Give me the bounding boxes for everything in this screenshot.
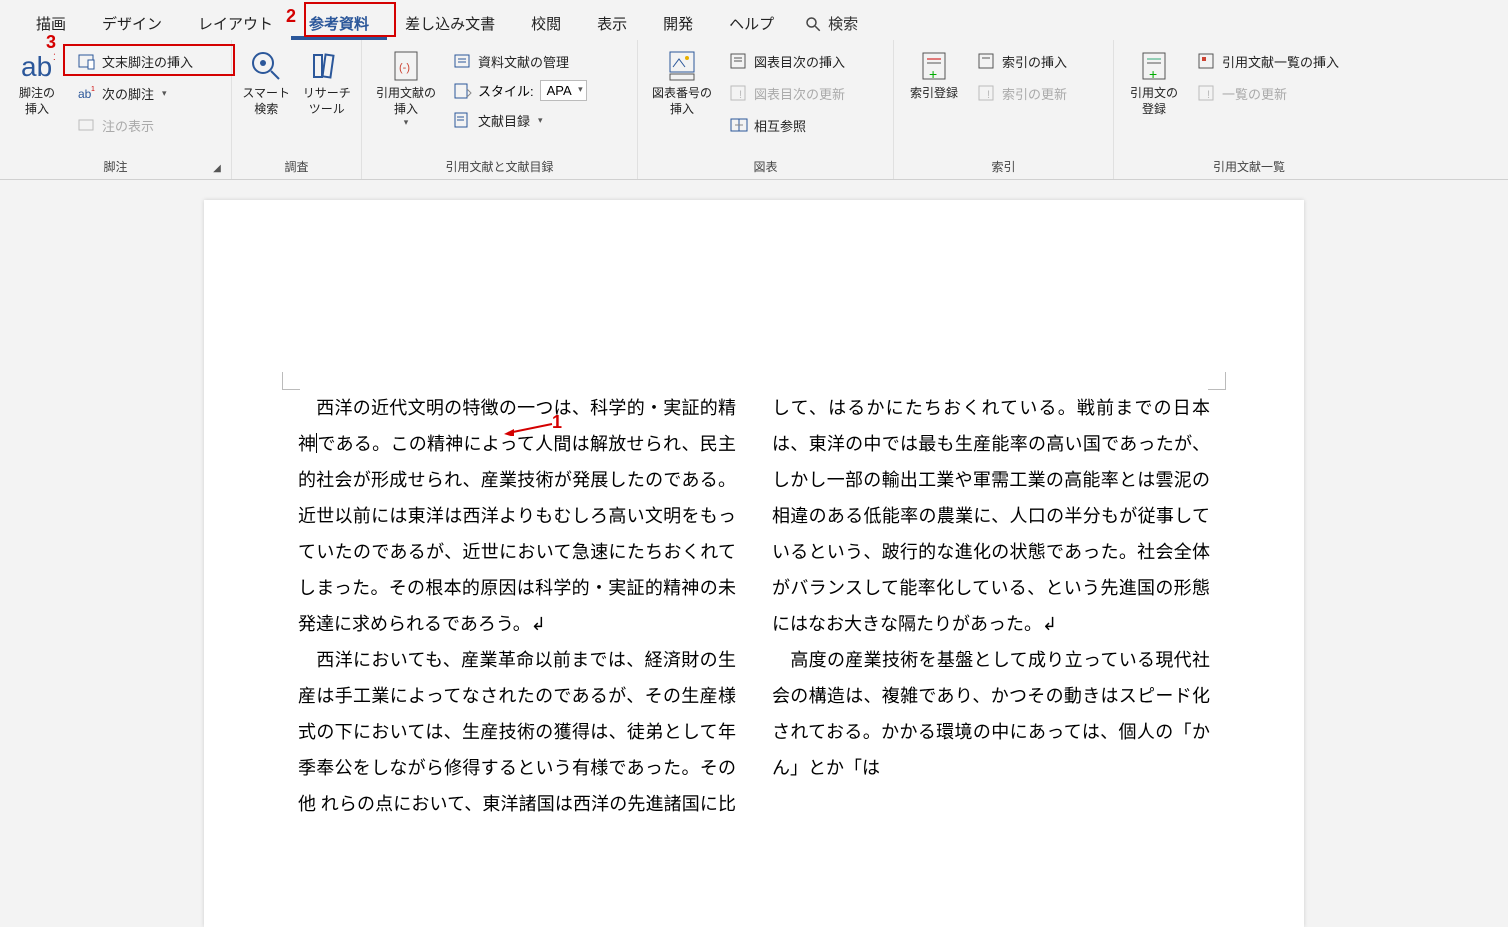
style-select[interactable]: APA — [540, 80, 587, 101]
document-area[interactable]: 西洋の近代文明の特徴の一つは、科学的・実証的精神である。この精神によって人間は解… — [0, 180, 1508, 927]
show-notes-icon — [78, 116, 96, 134]
group-caption: 図表番号の 挿入 図表目次の挿入 ! 図表目次の更新 相互参照 図表 — [638, 40, 894, 179]
mark-citation-icon: + — [1136, 48, 1172, 84]
body-text[interactable]: 西洋においても、産業革命以前までは、経済財の生産は手工業によってなされたのである… — [298, 650, 736, 814]
group-label-footnote: 脚注◢ — [6, 155, 225, 179]
svg-text:!: ! — [1207, 89, 1210, 101]
svg-text:ab: ab — [78, 87, 92, 101]
insert-index-icon — [978, 52, 996, 70]
mark-index-icon: + — [916, 48, 952, 84]
smart-lookup-button[interactable]: スマート 検索 — [238, 44, 295, 121]
ribbon: ab1 脚注の 挿入 文末脚注の挿入 ab1 次の脚注 ▾ 注の表示 — [0, 40, 1508, 180]
insert-index-button[interactable]: 索引の挿入 — [972, 46, 1073, 76]
svg-text:(-): (-) — [399, 62, 410, 74]
smart-lookup-icon — [248, 48, 284, 84]
insert-tof-button[interactable]: 図表目次の挿入 — [724, 46, 851, 76]
svg-text:!: ! — [739, 89, 742, 101]
body-text[interactable]: れらの点において、東洋諸国は西洋の先進諸国に比して、はるかにたちおくれている。戦… — [321, 398, 1210, 814]
svg-text:+: + — [1149, 66, 1157, 82]
svg-text:ab: ab — [21, 51, 52, 82]
tof-icon — [730, 52, 748, 70]
body-text[interactable]: 高度の産業技術を基盤として成り立っている現代社会の構造は、複雑であり、かつその動… — [772, 650, 1210, 778]
footnote-icon: ab1 — [19, 48, 55, 84]
update-icon: ! — [978, 84, 996, 102]
group-citation: (-) 引用文献の 挿入 ▾ 資料文献の管理 スタイル: APA 文献目録 — [362, 40, 638, 179]
insert-caption-button[interactable]: 図表番号の 挿入 — [644, 44, 720, 121]
tab-mailings[interactable]: 差し込み文書 — [387, 5, 513, 40]
style-label: スタイル: — [478, 81, 534, 100]
chevron-down-icon: ▾ — [162, 88, 167, 99]
chevron-down-icon: ▾ — [538, 115, 543, 126]
search-placeholder: 検索 — [828, 13, 858, 34]
insert-citation-button[interactable]: (-) 引用文献の 挿入 ▾ — [368, 44, 444, 132]
svg-text:1: 1 — [53, 52, 55, 63]
group-index: + 索引登録 索引の挿入 ! 索引の更新 索引 — [894, 40, 1114, 179]
group-footnote: ab1 脚注の 挿入 文末脚注の挿入 ab1 次の脚注 ▾ 注の表示 — [0, 40, 232, 179]
update-index-button[interactable]: ! 索引の更新 — [972, 78, 1073, 108]
insert-endnote-button[interactable]: 文末脚注の挿入 — [72, 46, 199, 76]
crossref-icon — [730, 116, 748, 134]
next-footnote-icon: ab1 — [78, 84, 96, 102]
update-icon: ! — [1198, 84, 1216, 102]
bibliography-icon — [454, 111, 472, 129]
style-icon — [454, 82, 472, 100]
search-box[interactable]: 検索 — [792, 7, 870, 40]
update-toa-button[interactable]: ! 一覧の更新 — [1192, 78, 1345, 108]
tab-view[interactable]: 表示 — [579, 5, 645, 40]
tab-developer[interactable]: 開発 — [645, 5, 711, 40]
document-text[interactable]: 西洋の近代文明の特徴の一つは、科学的・実証的精神である。この精神によって人間は解… — [298, 390, 1210, 822]
manage-sources-icon — [454, 52, 472, 70]
svg-text:!: ! — [987, 89, 990, 101]
next-footnote-button[interactable]: ab1 次の脚注 ▾ — [72, 78, 199, 108]
dialog-launcher-icon[interactable]: ◢ — [211, 163, 223, 175]
crossref-button[interactable]: 相互参照 — [724, 110, 851, 140]
chevron-down-icon: ▾ — [404, 117, 409, 128]
citation-icon: (-) — [388, 48, 424, 84]
insert-footnote-button[interactable]: ab1 脚注の 挿入 — [6, 44, 68, 121]
tab-help[interactable]: ヘルプ — [711, 5, 792, 40]
update-tof-button[interactable]: ! 図表目次の更新 — [724, 78, 851, 108]
ribbon-tabbar: 描画 デザイン レイアウト 参考資料 差し込み文書 校閲 表示 開発 ヘルプ 検… — [0, 0, 1508, 40]
group-research: スマート 検索 リサーチ ツール 調査 — [232, 40, 362, 179]
text-cursor — [316, 433, 317, 453]
svg-text:+: + — [929, 66, 937, 82]
svg-text:1: 1 — [91, 86, 95, 93]
research-tool-button[interactable]: リサーチ ツール — [299, 44, 356, 121]
body-text[interactable]: である。この精神によって人間は解放せられ、民主的社会が形成せられ、産業技術が発展… — [298, 434, 736, 634]
insert-toa-button[interactable]: 引用文献一覧の挿入 — [1192, 46, 1345, 76]
show-notes-button[interactable]: 注の表示 — [72, 110, 199, 140]
tab-design[interactable]: デザイン — [84, 5, 180, 40]
endnote-icon — [78, 52, 96, 70]
search-icon — [804, 15, 822, 33]
insert-toa-icon — [1198, 52, 1216, 70]
manage-sources-button[interactable]: 資料文献の管理 — [448, 46, 593, 76]
bibliography-button[interactable]: 文献目録 ▾ — [448, 105, 593, 135]
tab-references[interactable]: 参考資料 — [291, 5, 387, 40]
mark-index-entry-button[interactable]: + 索引登録 — [900, 44, 968, 106]
tab-draw[interactable]: 描画 — [18, 5, 84, 40]
update-icon: ! — [730, 84, 748, 102]
tab-review[interactable]: 校閲 — [513, 5, 579, 40]
mark-citation-button[interactable]: + 引用文の 登録 — [1120, 44, 1188, 121]
tab-layout[interactable]: レイアウト — [180, 5, 291, 40]
caption-icon — [664, 48, 700, 84]
page[interactable]: 西洋の近代文明の特徴の一つは、科学的・実証的精神である。この精神によって人間は解… — [204, 200, 1304, 927]
group-toa: + 引用文の 登録 引用文献一覧の挿入 ! 一覧の更新 引用文献一覧 — [1114, 40, 1384, 179]
books-icon — [309, 48, 345, 84]
